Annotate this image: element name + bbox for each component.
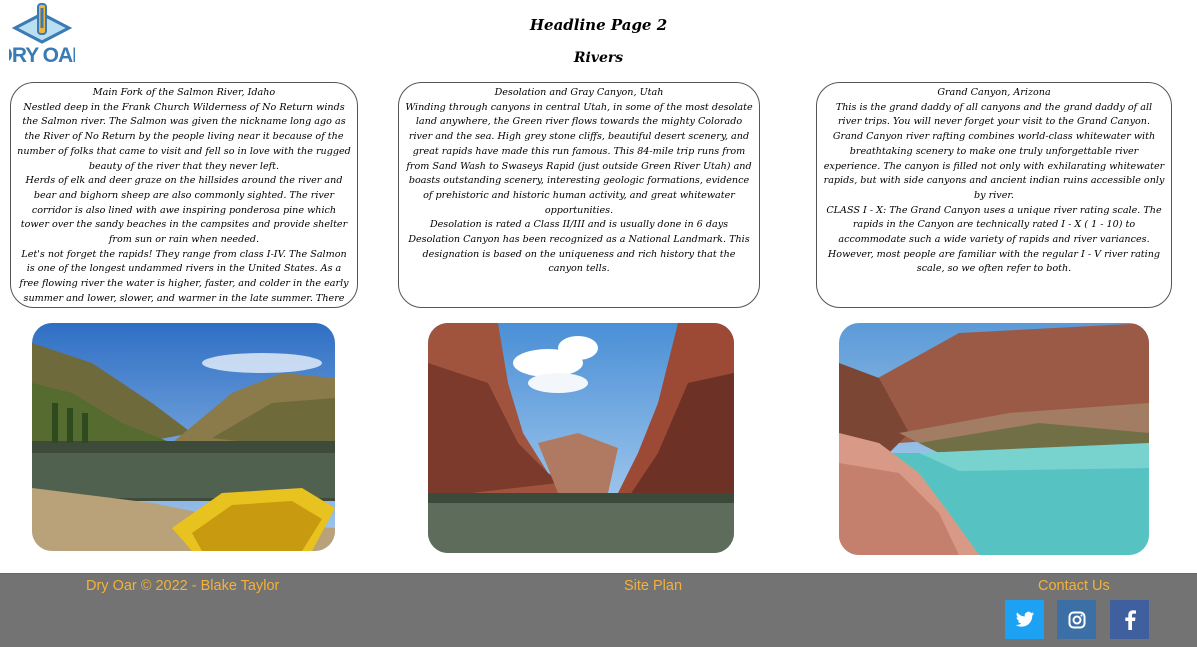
river-card-grand-canyon: Grand Canyon, Arizona This is the grand … bbox=[816, 82, 1172, 308]
card-paragraph: Let's not forget the rapids! They range … bbox=[19, 248, 349, 304]
card-paragraph: This is the grand daddy of all canyons a… bbox=[835, 101, 1153, 128]
instagram-button[interactable] bbox=[1057, 600, 1096, 639]
card-paragraph: Desolation is rated a Class II/III and i… bbox=[429, 219, 729, 231]
copyright-link[interactable]: Dry Oar © 2022 - Blake Taylor bbox=[86, 578, 279, 594]
twitter-icon bbox=[1015, 611, 1034, 627]
card-paragraph: Winding through canyons in central Utah,… bbox=[405, 101, 753, 216]
site-plan-link[interactable]: Site Plan bbox=[624, 578, 682, 594]
card-title: Main Fork of the Salmon River, Idaho bbox=[92, 87, 276, 98]
instagram-icon bbox=[1068, 611, 1085, 628]
card-title: Grand Canyon, Arizona bbox=[937, 87, 1051, 98]
grand-canyon-photo bbox=[839, 323, 1149, 555]
facebook-button[interactable] bbox=[1110, 600, 1149, 639]
site-footer: Dry Oar © 2022 - Blake Taylor Site Plan … bbox=[0, 573, 1197, 647]
card-paragraph: Desolation Canyon has been recognized as… bbox=[408, 234, 750, 275]
card-paragraph: Nestled deep in the Frank Church Wildern… bbox=[17, 101, 351, 172]
desolation-canyon-photo bbox=[428, 323, 734, 553]
facebook-icon bbox=[1124, 609, 1136, 630]
card-paragraph: CLASS I - X: The Grand Canyon uses a uni… bbox=[826, 204, 1162, 275]
page-headline: Headline Page 2 bbox=[529, 16, 668, 34]
contact-us-link[interactable]: Contact Us bbox=[1038, 578, 1110, 594]
river-card-desolation: Desolation and Gray Canyon, Utah Winding… bbox=[398, 82, 760, 308]
river-card-salmon: Main Fork of the Salmon River, Idaho Nes… bbox=[10, 82, 358, 308]
card-paragraph: Herds of elk and deer graze on the hills… bbox=[20, 175, 348, 246]
card-title: Desolation and Gray Canyon, Utah bbox=[494, 87, 664, 98]
salmon-river-photo bbox=[32, 323, 335, 551]
page-subheadline: Rivers bbox=[573, 50, 624, 66]
twitter-button[interactable] bbox=[1005, 600, 1044, 639]
card-paragraph: Grand Canyon river rafting combines worl… bbox=[823, 131, 1165, 201]
